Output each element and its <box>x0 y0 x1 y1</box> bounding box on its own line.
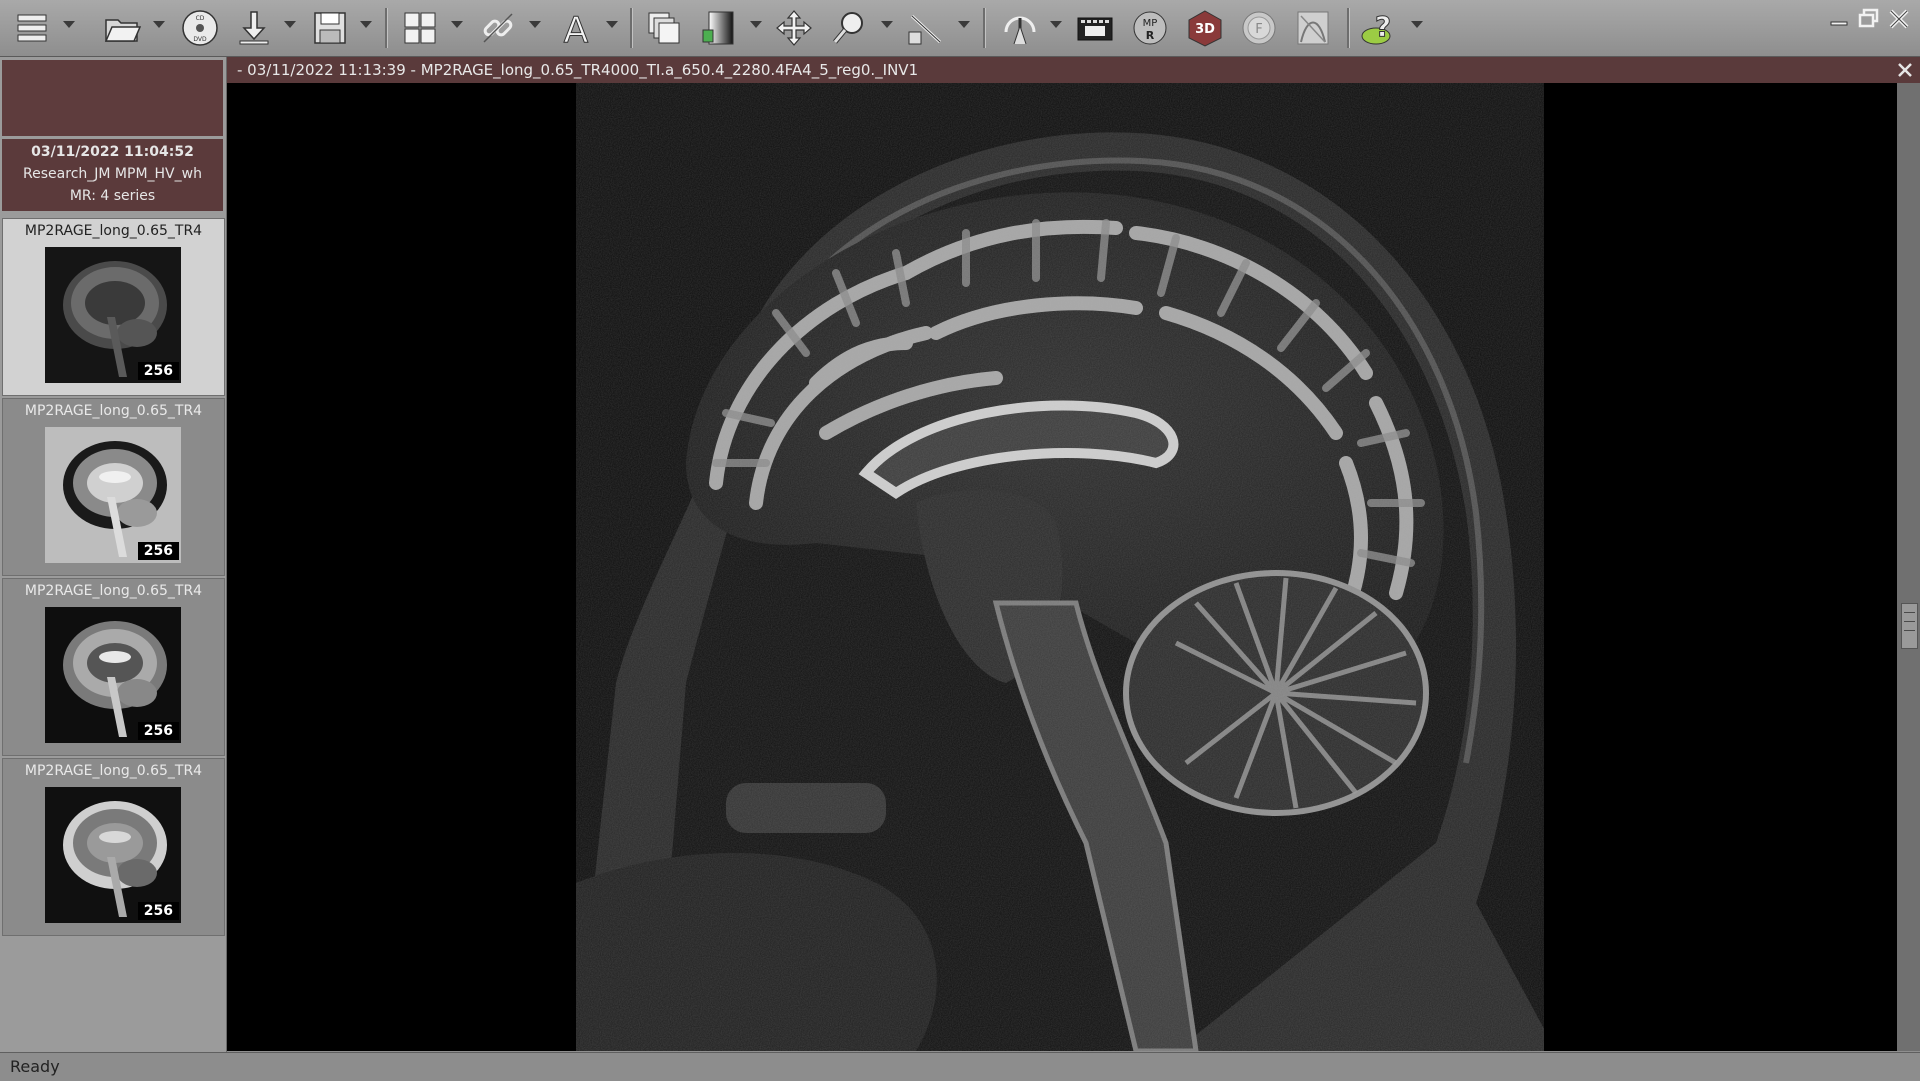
svg-text:R: R <box>1146 29 1155 42</box>
study-browser-panel: 03/11/2022 11:04:52 Research_JM MPM_HV_w… <box>0 57 227 1052</box>
series-item[interactable]: MP2RAGE_long_0.65_TR4 256 <box>2 758 225 936</box>
zoom-dropdown-caret[interactable] <box>881 21 893 28</box>
series-thumbnail: 256 <box>45 427 181 563</box>
minimize-icon[interactable] <box>1826 6 1852 32</box>
study-date: 03/11/2022 11:04:52 <box>31 144 194 160</box>
svg-text:A: A <box>564 10 589 48</box>
image-count-badge: 256 <box>137 362 179 380</box>
measure-dropdown-caret[interactable] <box>958 21 970 28</box>
study-info[interactable]: 03/11/2022 11:04:52 Research_JM MPM_HV_w… <box>2 139 223 211</box>
download-icon[interactable] <box>230 4 278 52</box>
open-folder-icon[interactable] <box>98 4 146 52</box>
svg-text:3D: 3D <box>1195 22 1215 37</box>
window-level-icon[interactable] <box>695 4 743 52</box>
svg-text:MP: MP <box>1143 18 1158 29</box>
main-toolbar: CD DVD A MP R 3D F ? <box>0 0 1920 57</box>
window-level-dropdown-caret[interactable] <box>750 21 762 28</box>
svg-text:?: ? <box>1375 10 1391 43</box>
vertical-scrollbar[interactable] <box>1897 83 1920 1051</box>
image-count-badge: 256 <box>137 902 179 920</box>
series-label: MP2RAGE_long_0.65_TR4 <box>24 223 203 239</box>
study-header-bar[interactable] <box>2 60 223 136</box>
toolbar-separator <box>1347 8 1350 48</box>
text-annotation-icon[interactable]: A <box>552 4 600 52</box>
menu-icon[interactable] <box>8 4 56 52</box>
cd-dvd-icon[interactable]: CD DVD <box>176 4 224 52</box>
image-count-badge: 256 <box>137 722 179 740</box>
help-dropdown-caret[interactable] <box>1411 21 1423 28</box>
toolbar-separator <box>630 8 633 48</box>
link-dropdown-caret[interactable] <box>529 21 541 28</box>
restore-icon[interactable] <box>1856 6 1882 32</box>
series-label: MP2RAGE_long_0.65_TR4 <box>24 763 203 779</box>
mri-image[interactable] <box>576 83 1544 1051</box>
series-stack-icon[interactable] <box>640 4 688 52</box>
series-item[interactable]: MP2RAGE_long_0.65_TR4 256 <box>2 578 225 756</box>
mri-sagittal-slice <box>576 83 1544 1051</box>
series-thumbnail: 256 <box>45 607 181 743</box>
image-viewport[interactable] <box>227 83 1897 1051</box>
text-dropdown-caret[interactable] <box>606 21 618 28</box>
viewer-title-bar: - 03/11/2022 11:13:39 - MP2RAGE_long_0.6… <box>227 57 1920 83</box>
cine-icon[interactable] <box>1071 4 1119 52</box>
save-icon[interactable] <box>306 4 354 52</box>
series-thumbnail: 256 <box>45 247 181 383</box>
svg-text:F: F <box>1255 22 1262 37</box>
pan-icon[interactable] <box>770 4 818 52</box>
status-bar: Ready <box>0 1052 1920 1081</box>
open-dropdown-caret[interactable] <box>153 21 165 28</box>
toolbar-separator <box>385 8 388 48</box>
status-text: Ready <box>10 1057 60 1076</box>
viewer-title: - 03/11/2022 11:13:39 - MP2RAGE_long_0.6… <box>237 61 919 79</box>
layout-grid-icon[interactable] <box>396 4 444 52</box>
3d-icon[interactable]: 3D <box>1181 4 1229 52</box>
series-item[interactable]: MP2RAGE_long_0.65_TR4 256 <box>2 398 225 576</box>
study-name: Research_JM MPM_HV_wh <box>23 166 202 182</box>
image-count-badge: 256 <box>137 542 179 560</box>
help-icon[interactable]: ? <box>1355 4 1403 52</box>
save-dropdown-caret[interactable] <box>360 21 372 28</box>
close-viewer-icon[interactable] <box>1896 61 1914 79</box>
reference-lines-icon[interactable] <box>996 4 1044 52</box>
reference-dropdown-caret[interactable] <box>1050 21 1062 28</box>
study-summary: MR: 4 series <box>69 188 156 204</box>
menu-dropdown-caret[interactable] <box>63 21 75 28</box>
svg-text:CD: CD <box>196 15 205 22</box>
series-item[interactable]: MP2RAGE_long_0.65_TR4 256 <box>2 218 225 396</box>
measure-icon[interactable] <box>902 4 950 52</box>
fusion-icon[interactable]: F <box>1235 4 1283 52</box>
mpr-icon[interactable]: MP R <box>1126 4 1174 52</box>
download-dropdown-caret[interactable] <box>284 21 296 28</box>
series-label: MP2RAGE_long_0.65_TR4 <box>24 403 203 419</box>
layout-dropdown-caret[interactable] <box>451 21 463 28</box>
scrollbar-thumb[interactable] <box>1901 603 1918 649</box>
zoom-icon[interactable] <box>826 4 874 52</box>
toolbar-separator <box>983 8 986 48</box>
link-icon[interactable] <box>474 4 522 52</box>
series-label: MP2RAGE_long_0.65_TR4 <box>24 583 203 599</box>
svg-text:DVD: DVD <box>193 36 207 43</box>
curve-icon[interactable] <box>1289 4 1337 52</box>
series-thumbnail: 256 <box>45 787 181 923</box>
close-window-icon[interactable] <box>1886 6 1912 32</box>
